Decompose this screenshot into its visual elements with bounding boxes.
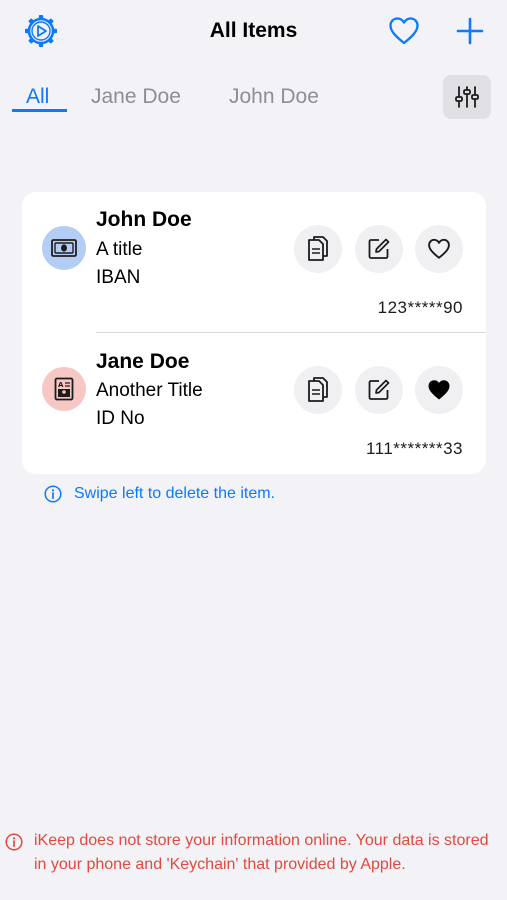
heart-icon	[389, 17, 419, 45]
favorite-toggle-button[interactable]	[415, 366, 463, 414]
item-masked-value: 123*****90	[377, 298, 463, 317]
heart-filled-icon	[428, 380, 450, 400]
item-type: ID No	[96, 408, 145, 429]
copy-icon	[308, 236, 328, 261]
item-avatar: A	[42, 367, 86, 411]
swipe-hint: Swipe left to delete the item.	[44, 483, 275, 505]
copy-button[interactable]	[294, 366, 342, 414]
swipe-hint-text: Swipe left to delete the item.	[74, 485, 275, 502]
item-avatar	[42, 226, 86, 270]
favorites-button[interactable]	[386, 13, 422, 49]
plus-icon	[456, 17, 484, 45]
svg-text:A: A	[58, 381, 64, 389]
item-divider	[96, 332, 486, 333]
add-item-button[interactable]	[452, 13, 488, 49]
id-card-icon: A	[54, 377, 74, 401]
items-card	[22, 192, 486, 474]
info-icon	[44, 485, 62, 503]
info-icon	[5, 833, 23, 851]
tab-all[interactable]: All	[26, 82, 49, 112]
tab-john-doe[interactable]: John Doe	[229, 82, 319, 112]
favorite-toggle-button[interactable]	[415, 225, 463, 273]
item-type: IBAN	[96, 267, 141, 288]
item-masked-value: 111*******33	[365, 439, 463, 458]
item-title: Another Title	[96, 380, 203, 401]
item-owner: Jane Doe	[96, 350, 190, 373]
banknote-icon	[51, 239, 77, 257]
copy-icon	[308, 377, 328, 402]
item-title: A title	[96, 239, 143, 260]
tab-jane-doe[interactable]: Jane Doe	[91, 82, 181, 112]
heart-outline-icon	[428, 238, 450, 259]
sliders-icon	[455, 86, 479, 108]
item-owner: John Doe	[96, 208, 192, 231]
active-tab-indicator	[12, 109, 67, 112]
edit-button[interactable]	[355, 366, 403, 414]
edit-icon	[368, 238, 390, 259]
edit-button[interactable]	[355, 225, 403, 273]
edit-icon	[368, 379, 390, 400]
filter-button[interactable]	[443, 75, 491, 119]
page-title: All Items	[209, 19, 298, 42]
privacy-notice: iKeep does not store your information on…	[34, 832, 489, 873]
copy-button[interactable]	[294, 225, 342, 273]
